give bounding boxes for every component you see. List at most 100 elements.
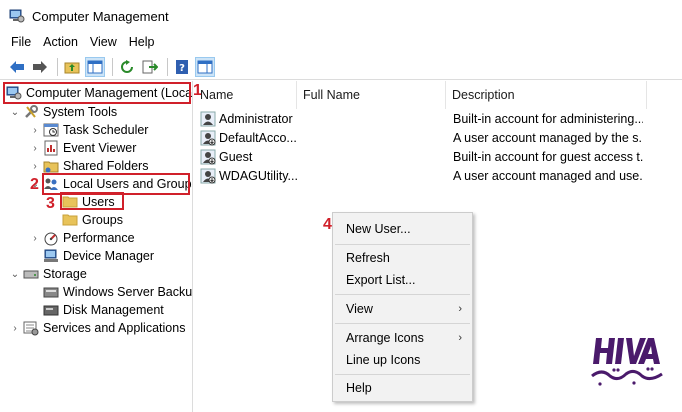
user-name: WDAGUtility... — [219, 168, 298, 183]
up-folder-icon — [64, 62, 80, 73]
console-tree: Computer Management (Loca ⌄ System Tools… — [0, 81, 193, 412]
toolbar-separator — [57, 57, 58, 76]
tree-item-system-tools[interactable]: ⌄ System Tools — [10, 103, 117, 121]
menu-view[interactable]: View — [84, 35, 123, 49]
tree-item-event-viewer[interactable]: › Event Viewer — [30, 139, 136, 157]
menu-item-arrange-icons[interactable]: Arrange Icons › — [333, 327, 472, 349]
chevron-right-icon[interactable]: › — [30, 233, 40, 244]
user-icon — [200, 111, 216, 126]
column-header-name[interactable]: Name — [194, 81, 297, 109]
show-hide-tree-button[interactable] — [85, 56, 105, 77]
show-hide-tree-icon — [87, 60, 103, 73]
tree-label: Task Scheduler — [63, 123, 149, 137]
tree-item-windows-server-backup[interactable]: Windows Server Backup — [43, 283, 193, 301]
menu-item-refresh[interactable]: Refresh — [333, 247, 472, 269]
show-action-pane-button[interactable] — [195, 56, 215, 77]
chevron-right-icon[interactable]: › — [10, 323, 20, 334]
chevron-right-icon[interactable]: › — [30, 143, 40, 154]
device-manager-icon — [43, 248, 59, 264]
export-icon — [142, 60, 158, 73]
menu-item-export-list[interactable]: Export List... — [333, 269, 472, 291]
user-description: A user account managed by the s... — [453, 130, 643, 145]
table-row[interactable]: Guest Built-in account for guest access … — [194, 147, 682, 166]
user-description: A user account managed and use... — [453, 168, 643, 183]
annotation-box-1 — [3, 82, 191, 104]
export-list-button[interactable] — [140, 57, 160, 77]
menu-separator — [335, 294, 470, 295]
table-row[interactable]: Administrator Built-in account for admin… — [194, 109, 682, 128]
menu-action[interactable]: Action — [37, 35, 84, 49]
folder-icon — [62, 212, 78, 228]
tree-item-task-scheduler[interactable]: › Task Scheduler — [30, 121, 148, 139]
menu-bar: File Action View Help — [0, 32, 682, 52]
menu-item-new-user[interactable]: New User... — [333, 218, 472, 240]
user-name: Guest — [219, 149, 253, 164]
menu-item-label: Line up Icons — [346, 353, 421, 367]
menu-separator — [335, 244, 470, 245]
help-icon: ? — [176, 59, 188, 74]
tree-label: Storage — [43, 267, 87, 281]
tree-label: Shared Folders — [63, 159, 149, 173]
disabled-user-icon — [200, 130, 216, 145]
menu-item-label: Refresh — [346, 251, 390, 265]
context-menu: New User... Refresh Export List... View … — [332, 212, 473, 402]
tree-label: Disk Management — [63, 303, 164, 317]
menu-item-label: Arrange Icons — [346, 331, 424, 345]
back-button[interactable] — [7, 57, 27, 77]
submenu-arrow-icon: › — [458, 303, 462, 315]
forward-icon — [33, 60, 47, 73]
properties-pane-icon — [197, 60, 213, 73]
tools-icon — [23, 104, 39, 120]
menu-item-view[interactable]: View › — [333, 298, 472, 320]
table-row[interactable]: WDAGUtility... A user account managed an… — [194, 166, 682, 185]
chevron-down-icon[interactable]: ⌄ — [10, 107, 20, 118]
task-scheduler-icon — [43, 122, 59, 138]
tree-item-performance[interactable]: › Performance — [30, 229, 135, 247]
toolbar: ? — [0, 54, 682, 80]
menu-separator — [335, 374, 470, 375]
backup-icon — [43, 284, 59, 300]
column-header-full-name[interactable]: Full Name — [297, 81, 446, 109]
tree-item-device-manager[interactable]: Device Manager — [43, 247, 154, 265]
hiva-logo — [591, 338, 663, 386]
toolbar-separator — [167, 57, 168, 76]
tree-item-services-and-applications[interactable]: › Services and Applications — [10, 319, 185, 337]
tree-item-storage[interactable]: ⌄ Storage — [10, 265, 87, 283]
back-icon — [10, 60, 24, 73]
menu-file[interactable]: File — [0, 35, 37, 49]
tree-label: Event Viewer — [63, 141, 137, 155]
chevron-right-icon[interactable]: › — [30, 161, 40, 172]
user-name: DefaultAcco... — [219, 130, 297, 145]
svg-text:?: ? — [179, 63, 185, 74]
shared-folder-icon — [43, 158, 59, 174]
disabled-user-icon — [200, 149, 216, 164]
tree-item-disk-management[interactable]: Disk Management — [43, 301, 164, 319]
refresh-button[interactable] — [117, 57, 137, 77]
tree-label: Services and Applications — [43, 321, 186, 335]
menu-item-help[interactable]: Help — [333, 377, 472, 399]
annotation-number-3: 3 — [46, 195, 55, 212]
annotation-box-3 — [60, 192, 124, 210]
menu-item-line-up-icons[interactable]: Line up Icons — [333, 349, 472, 371]
disabled-user-icon — [200, 168, 216, 183]
tree-label: Windows Server Backup — [63, 285, 193, 299]
title-bar: Computer Management — [0, 0, 682, 32]
help-button[interactable]: ? — [172, 57, 192, 77]
toolbar-separator — [112, 57, 113, 76]
user-name: Administrator — [219, 111, 293, 126]
computer-management-icon — [9, 9, 25, 23]
menu-item-label: View — [346, 302, 373, 316]
menu-separator — [335, 323, 470, 324]
tree-label: Device Manager — [63, 249, 155, 263]
user-description: Built-in account for guest access t... — [453, 149, 643, 164]
chevron-right-icon[interactable]: › — [30, 125, 40, 136]
table-row[interactable]: DefaultAcco... A user account managed by… — [194, 128, 682, 147]
chevron-down-icon[interactable]: ⌄ — [10, 269, 20, 280]
services-icon — [23, 320, 39, 336]
tree-item-groups[interactable]: Groups — [62, 211, 123, 229]
up-folder-button[interactable] — [62, 57, 82, 77]
submenu-arrow-icon: › — [458, 332, 462, 344]
column-header-description[interactable]: Description — [446, 81, 647, 109]
forward-button[interactable] — [30, 57, 50, 77]
menu-help[interactable]: Help — [123, 35, 161, 49]
